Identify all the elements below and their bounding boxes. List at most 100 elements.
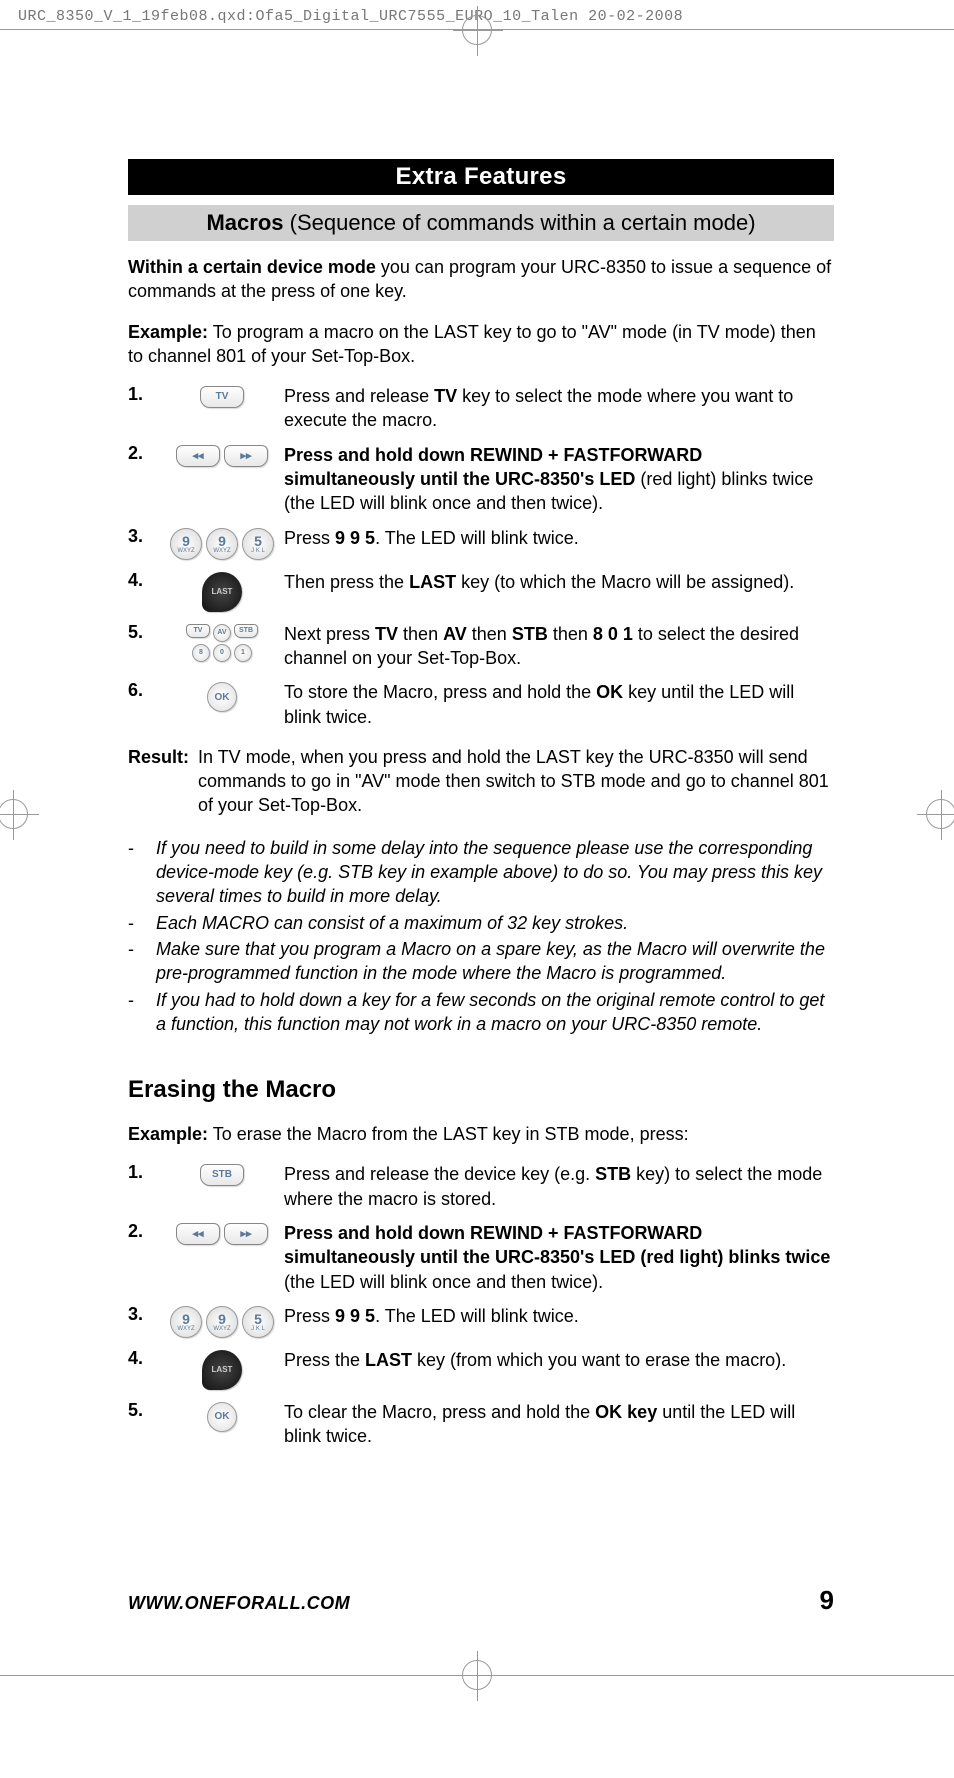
note-dash: -: [128, 988, 156, 1037]
notes-list: - If you need to build in some delay int…: [128, 836, 834, 1036]
step-icon: LAST: [160, 1348, 284, 1390]
step-number: 2.: [128, 443, 160, 516]
step-icon: 9WXYZ 9WXYZ 5J K L: [160, 1304, 284, 1338]
tv-key-icon: TV: [200, 386, 244, 408]
digit-9-key-icon: 9WXYZ: [206, 1306, 238, 1338]
step-text: Press and release the device key (e.g. S…: [284, 1162, 834, 1211]
step-number: 3.: [128, 1304, 160, 1338]
fastforward-key-icon: [224, 1223, 268, 1245]
example-rest: To program a macro on the LAST key to go…: [128, 322, 816, 366]
intro-bold: Within a certain device mode: [128, 257, 376, 277]
rewind-key-icon: [176, 445, 220, 467]
step-row: 5. OK To clear the Macro, press and hold…: [128, 1400, 834, 1449]
intro-paragraph: Within a certain device mode you can pro…: [128, 255, 834, 304]
step-number: 3.: [128, 526, 160, 560]
step-row: 3. 9WXYZ 9WXYZ 5J K L Press 9 9 5. The L…: [128, 526, 834, 560]
step-icon: LAST: [160, 570, 284, 612]
note-text: If you had to hold down a key for a few …: [156, 988, 834, 1037]
crop-marks-bottom: [0, 1636, 954, 1676]
step-row: 1. STB Press and release the device key …: [128, 1162, 834, 1211]
step-text: Then press the LAST key (to which the Ma…: [284, 570, 834, 612]
step-icon: [160, 1221, 284, 1294]
digit-5-key-icon: 5J K L: [242, 1306, 274, 1338]
page-body: Extra Features Macros (Sequence of comma…: [0, 69, 954, 1505]
page-number: 9: [820, 1585, 834, 1616]
step-row: 5. TV AV STB 8 0 1 Next press TV then AV…: [128, 622, 834, 671]
note-text: Make sure that you program a Macro on a …: [156, 937, 834, 986]
step-text: Press 9 9 5. The LED will blink twice.: [284, 1304, 834, 1338]
step-text: To store the Macro, press and hold the O…: [284, 680, 834, 729]
step-row: 3. 9WXYZ 9WXYZ 5J K L Press 9 9 5. The L…: [128, 1304, 834, 1338]
step-number: 6.: [128, 680, 160, 729]
registration-mark-icon: [926, 799, 954, 829]
macro-steps-list: 1. TV Press and release TV key to select…: [128, 384, 834, 729]
digit-9-key-icon: 9WXYZ: [170, 528, 202, 560]
erase-example-rest: To erase the Macro from the LAST key in …: [208, 1124, 689, 1144]
subsection-bold: Macros: [206, 210, 283, 235]
step-icon: TV: [160, 384, 284, 433]
step-text: Press the LAST key (from which you want …: [284, 1348, 834, 1390]
digit-9-key-icon: 9WXYZ: [170, 1306, 202, 1338]
step-row: 4. LAST Press the LAST key (from which y…: [128, 1348, 834, 1390]
tv-key-icon: TV: [186, 624, 210, 638]
result-paragraph: Result: In TV mode, when you press and h…: [128, 745, 834, 818]
section-title-bar: Extra Features: [128, 159, 834, 195]
page-footer: WWW.ONEFORALL.COM 9: [0, 1505, 954, 1636]
digit-5-key-icon: 5J K L: [242, 528, 274, 560]
note-dash: -: [128, 911, 156, 935]
last-key-icon: LAST: [202, 1350, 242, 1390]
step-number: 1.: [128, 1162, 160, 1211]
step-icon: OK: [160, 680, 284, 729]
note-text: Each MACRO can consist of a maximum of 3…: [156, 911, 628, 935]
step-number: 5.: [128, 622, 160, 671]
step-text: Press and release TV key to select the m…: [284, 384, 834, 433]
example-paragraph: Example: To program a macro on the LAST …: [128, 320, 834, 369]
erase-example-paragraph: Example: To erase the Macro from the LAS…: [128, 1122, 834, 1146]
step-number: 4.: [128, 1348, 160, 1390]
example-bold: Example:: [128, 322, 208, 342]
registration-mark-icon: [462, 1660, 492, 1690]
step-number: 5.: [128, 1400, 160, 1449]
step-text: Press and hold down REWIND + FASTFORWARD…: [284, 1221, 834, 1294]
subsection-rest: (Sequence of commands within a certain m…: [284, 210, 756, 235]
note-item: - Make sure that you program a Macro on …: [128, 937, 834, 986]
note-item: - If you had to hold down a key for a fe…: [128, 988, 834, 1037]
step-number: 1.: [128, 384, 160, 433]
note-dash: -: [128, 836, 156, 909]
erase-heading: Erasing the Macro: [128, 1076, 834, 1104]
step-row: 1. TV Press and release TV key to select…: [128, 384, 834, 433]
step-text: Next press TV then AV then STB then 8 0 …: [284, 622, 834, 671]
av-key-icon: AV: [213, 624, 231, 642]
step-icon: [160, 443, 284, 516]
rewind-key-icon: [176, 1223, 220, 1245]
digit-9-key-icon: 9WXYZ: [206, 528, 238, 560]
step-text: To clear the Macro, press and hold the O…: [284, 1400, 834, 1449]
erase-steps-list: 1. STB Press and release the device key …: [128, 1162, 834, 1448]
last-key-icon: LAST: [202, 572, 242, 612]
step-row: 6. OK To store the Macro, press and hold…: [128, 680, 834, 729]
note-dash: -: [128, 937, 156, 986]
stb-key-icon: STB: [234, 624, 258, 638]
crop-marks-top: [0, 29, 954, 69]
step-row: 4. LAST Then press the LAST key (to whic…: [128, 570, 834, 612]
note-item: - Each MACRO can consist of a maximum of…: [128, 911, 834, 935]
step-number: 4.: [128, 570, 160, 612]
digit-1-key-icon: 1: [234, 644, 252, 662]
footer-url: WWW.ONEFORALL.COM: [128, 1593, 350, 1614]
step-icon: 9WXYZ 9WXYZ 5J K L: [160, 526, 284, 560]
step-number: 2.: [128, 1221, 160, 1294]
registration-mark-icon: [462, 15, 492, 45]
result-text: In TV mode, when you press and hold the …: [198, 745, 834, 818]
step-row: 2. Press and hold down REWIND + FASTFORW…: [128, 1221, 834, 1294]
subsection-bar: Macros (Sequence of commands within a ce…: [128, 205, 834, 241]
stb-key-icon: STB: [200, 1164, 244, 1186]
result-label: Result:: [128, 745, 198, 818]
ok-key-icon: OK: [207, 1402, 237, 1432]
step-icon: STB: [160, 1162, 284, 1211]
fastforward-key-icon: [224, 445, 268, 467]
digit-8-key-icon: 8: [192, 644, 210, 662]
note-text: If you need to build in some delay into …: [156, 836, 834, 909]
step-icon: TV AV STB 8 0 1: [160, 622, 284, 671]
step-text: Press and hold down REWIND + FASTFORWARD…: [284, 443, 834, 516]
step-row: 2. Press and hold down REWIND + FASTFORW…: [128, 443, 834, 516]
